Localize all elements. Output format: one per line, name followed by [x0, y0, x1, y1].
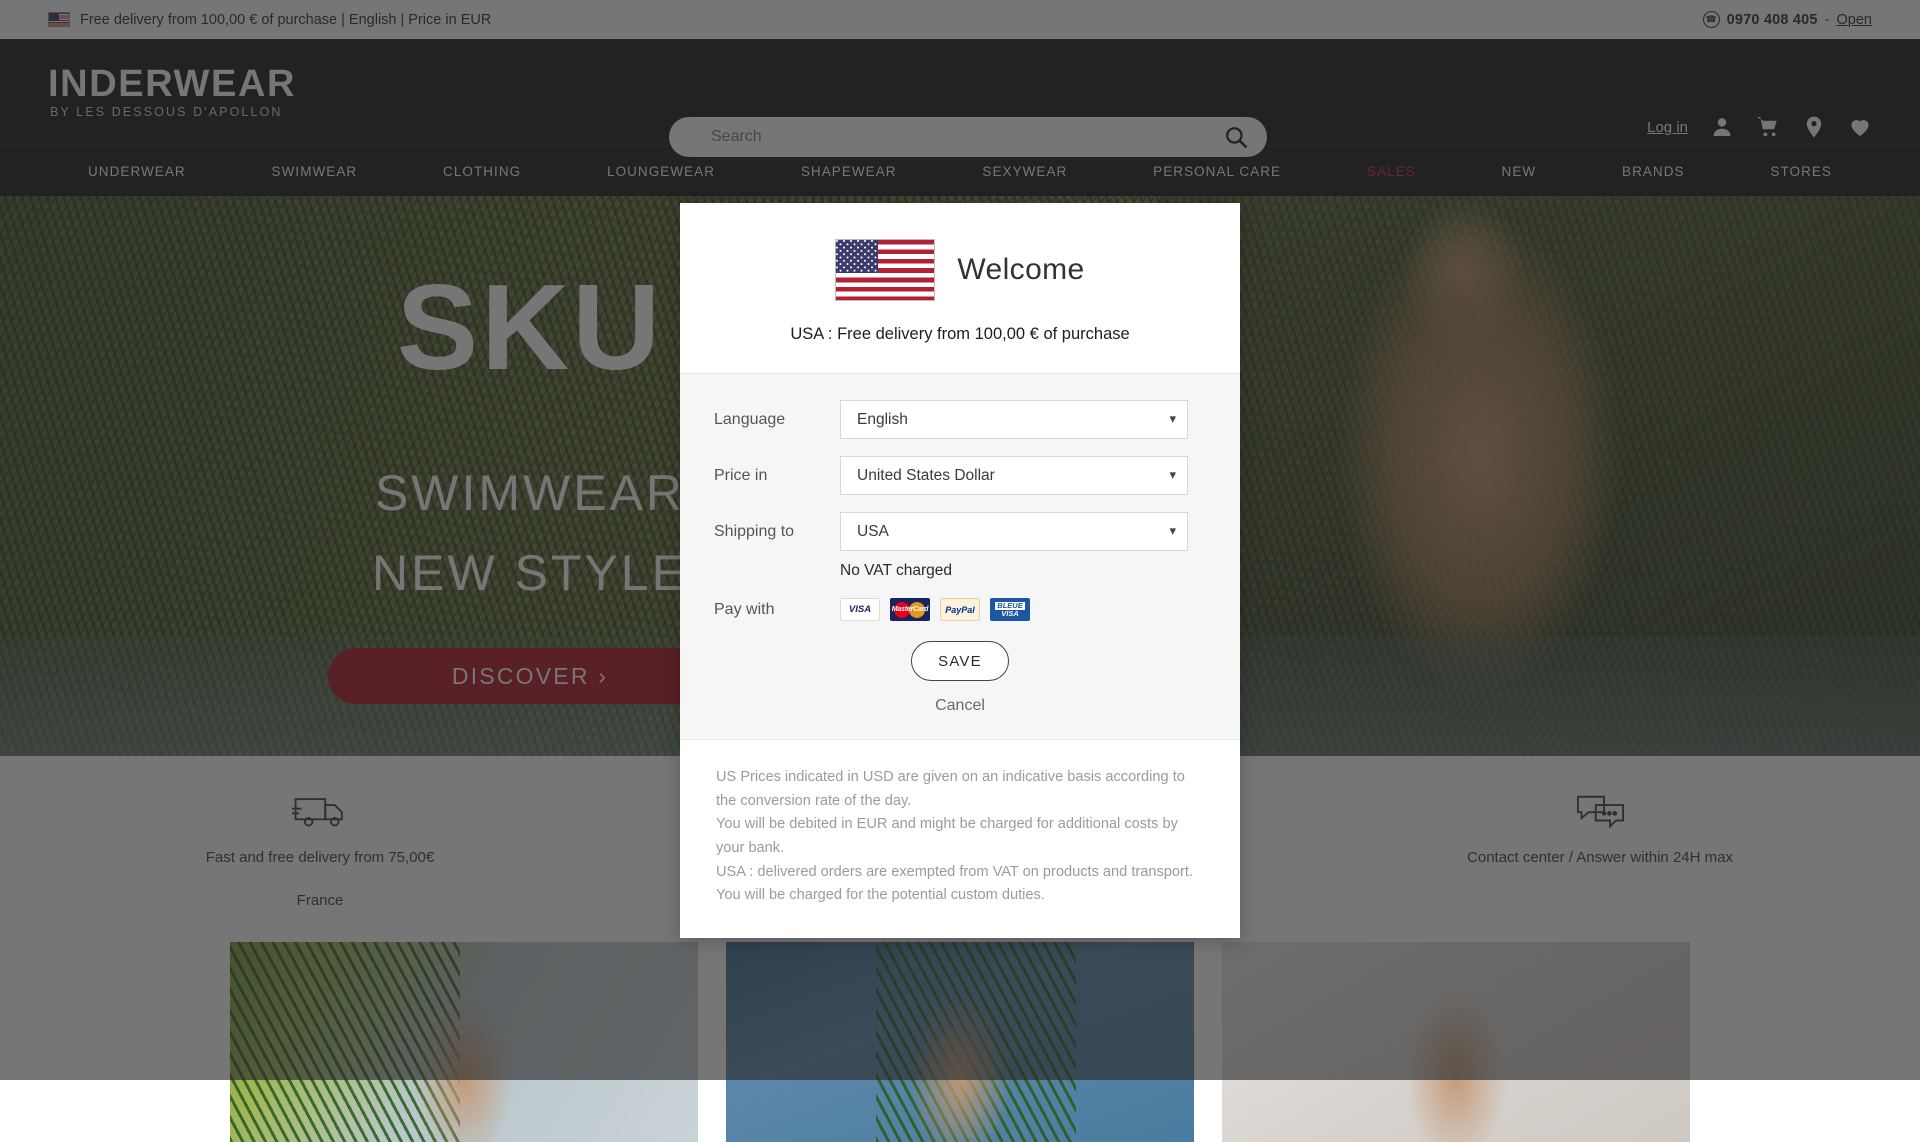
- legal-line-3: USA : delivered orders are exempted from…: [716, 861, 1204, 908]
- modal-subtitle: USA : Free delivery from 100,00 € of pur…: [680, 325, 1240, 373]
- modal-title: Welcome: [957, 253, 1084, 287]
- language-select[interactable]: English: [840, 400, 1188, 439]
- legal-line-2: You will be debited in EUR and might be …: [716, 813, 1204, 860]
- language-row: Language English ▾: [714, 400, 1206, 439]
- cancel-button[interactable]: Cancel: [935, 697, 985, 715]
- shipping-row: Shipping to USA ▾: [714, 512, 1206, 551]
- locale-settings-modal: Welcome USA : Free delivery from 100,00 …: [680, 203, 1240, 938]
- currency-label: Price in: [714, 467, 840, 485]
- shipping-label: Shipping to: [714, 523, 840, 541]
- save-button[interactable]: SAVE: [911, 641, 1009, 681]
- payment-row: Pay with VISA MasterCard PayPal BLEUE VI…: [714, 598, 1206, 621]
- currency-row: Price in United States Dollar ▾: [714, 456, 1206, 495]
- currency-select-wrap: United States Dollar ▾: [840, 456, 1188, 495]
- modal-header: Welcome USA : Free delivery from 100,00 …: [680, 203, 1240, 373]
- cb-visa-icon: BLEUE VISA: [990, 598, 1030, 621]
- language-label: Language: [714, 411, 840, 429]
- language-select-wrap: English ▾: [840, 400, 1188, 439]
- currency-select[interactable]: United States Dollar: [840, 456, 1188, 495]
- paypal-icon: PayPal: [940, 598, 980, 621]
- shipping-select[interactable]: USA: [840, 512, 1188, 551]
- shipping-select-wrap: USA ▾: [840, 512, 1188, 551]
- modal-actions: SAVE Cancel: [714, 641, 1206, 715]
- pay-with-label: Pay with: [714, 601, 840, 619]
- cb-visa-label: VISA: [1001, 610, 1019, 618]
- legal-notice: US Prices indicated in USD are given on …: [680, 740, 1240, 938]
- legal-line-1: US Prices indicated in USD are given on …: [716, 766, 1204, 813]
- us-flag-icon: [835, 239, 935, 301]
- vat-note: No VAT charged: [840, 562, 1206, 580]
- mastercard-icon: MasterCard: [890, 598, 930, 621]
- locale-form: Language English ▾ Price in United State…: [680, 373, 1240, 740]
- payment-icons: VISA MasterCard PayPal BLEUE VISA: [840, 598, 1030, 621]
- visa-icon: VISA: [840, 598, 880, 621]
- welcome-row: Welcome: [680, 239, 1240, 301]
